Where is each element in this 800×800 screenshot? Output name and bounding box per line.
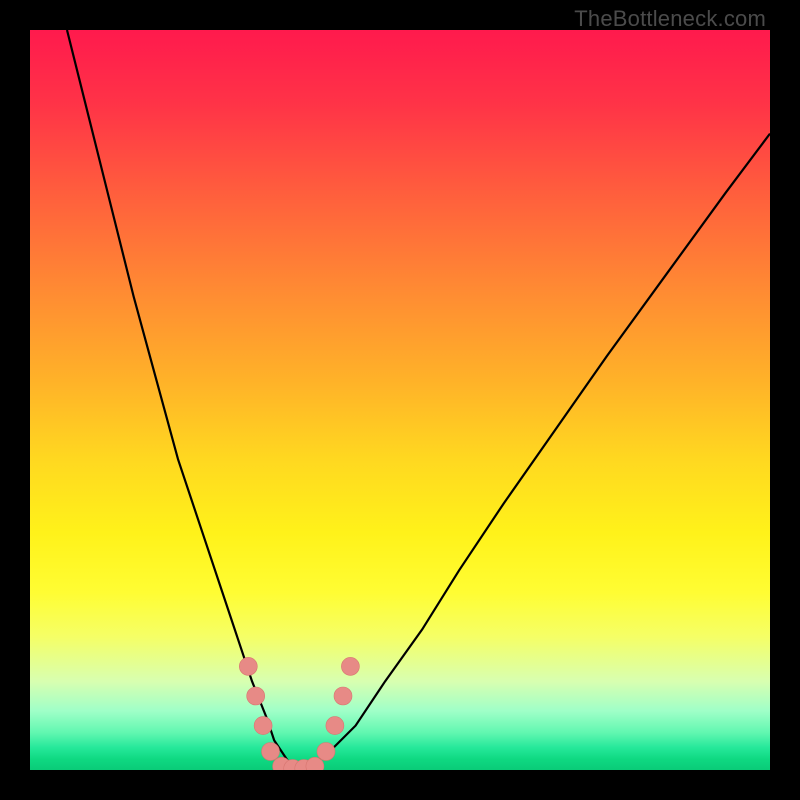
left-curve <box>67 30 304 770</box>
chart-svg <box>30 30 770 770</box>
v-bottom-markers <box>239 657 359 770</box>
plot-area <box>30 30 770 770</box>
frame: TheBottleneck.com <box>0 0 800 800</box>
watermark-text: TheBottleneck.com <box>574 6 766 32</box>
right-curve <box>304 134 770 770</box>
